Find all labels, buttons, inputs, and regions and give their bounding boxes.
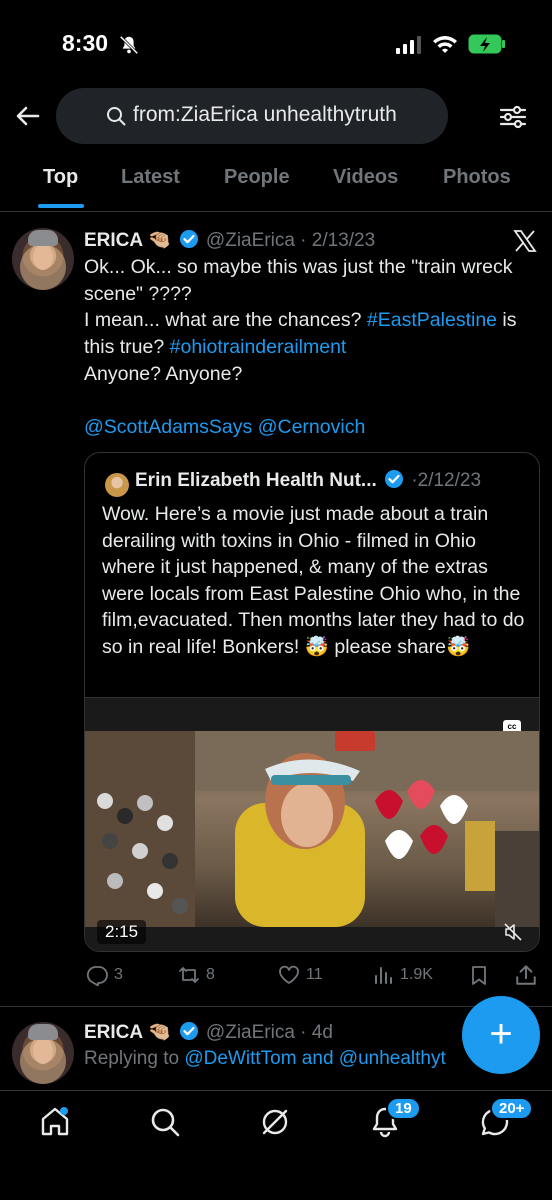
tweet-line: Anyone? Anyone? (84, 362, 243, 385)
tab-latest[interactable]: Latest (121, 166, 180, 189)
verified-badge-icon (179, 230, 198, 248)
tweet-header: ERICA 🤏🏼 @ZiaErica · 4d (84, 1022, 333, 1043)
verified-badge-icon (385, 470, 404, 488)
tweet-date[interactable]: 2/13/23 (312, 230, 375, 251)
notifications-badge: 19 (386, 1097, 421, 1120)
author-name[interactable]: ERICA 🤏🏼 (84, 230, 171, 251)
tweet-line: I mean... what are the chances? #EastPal… (84, 309, 517, 359)
heart-icon (279, 965, 299, 984)
replying-to: Replying to @DeWittTom and @unhealthyt (84, 1048, 446, 1069)
compose-button[interactable]: + (462, 996, 540, 1074)
views-button[interactable]: 1.9K (372, 958, 433, 992)
like-button[interactable]: 11 (278, 958, 323, 992)
tweet-line: Ok... Ok... so maybe this was just the "… (84, 256, 513, 305)
video-duration: 2:15 (97, 920, 147, 944)
author-name[interactable]: ERICA 🤏🏼 (84, 1022, 171, 1043)
tweet-text: Ok... Ok... so maybe this was just the "… (84, 254, 544, 441)
plus-icon: + (489, 1012, 513, 1056)
repost-count: 8 (206, 966, 215, 983)
hashtag-link[interactable]: #EastPalestine (367, 309, 497, 331)
quote-author-name: Erin Elizabeth Health Nut... (135, 470, 377, 491)
tweet-line: @ScottAdamsSays @Cernovich (84, 414, 544, 441)
cell-signal-icon (396, 36, 421, 54)
messages-badge: 20+ (490, 1097, 534, 1120)
video-frame-illustration (85, 731, 539, 927)
tab-top[interactable]: Top (43, 166, 78, 189)
avatar[interactable] (12, 1022, 74, 1084)
avatar[interactable] (12, 228, 74, 290)
search-filters-icon[interactable] (498, 102, 528, 132)
tweet-header: ERICA 🤏🏼 @ZiaErica · 2/13/23 (84, 230, 376, 251)
search-icon[interactable] (148, 1105, 182, 1139)
search-query[interactable]: from:ZiaErica unhealthytruth (133, 103, 397, 127)
verified-badge-icon (179, 1022, 198, 1040)
repost-icon (179, 967, 199, 983)
author-handle[interactable]: @ZiaErica (206, 1022, 295, 1043)
tab-people[interactable]: People (224, 166, 290, 189)
bookmark-icon[interactable] (468, 958, 490, 992)
mute-icon[interactable] (503, 922, 523, 942)
status-bar: 8:30 (0, 0, 552, 90)
mention-link[interactable]: @Cernovich (258, 416, 366, 438)
search-tabs: Top Latest People Videos Photos (0, 160, 552, 212)
bottom-navigation: 19 20+ (0, 1090, 552, 1200)
video-player[interactable]: cc 2:15 (85, 697, 539, 951)
tab-videos[interactable]: Videos (333, 166, 398, 189)
bell-off-icon (119, 35, 139, 55)
quote-avatar (105, 473, 129, 497)
share-icon[interactable] (514, 958, 538, 992)
quote-date: 2/12/23 (417, 470, 482, 491)
back-arrow-icon[interactable] (14, 102, 42, 130)
video-thumbnail[interactable] (85, 731, 539, 927)
like-count: 11 (306, 966, 323, 983)
hashtag-link[interactable]: #ohiotrainderailment (170, 336, 347, 358)
home-icon[interactable] (38, 1105, 72, 1139)
tweet-date[interactable]: 4d (312, 1022, 333, 1043)
reply-icon (86, 966, 108, 986)
views-count: 1.9K (400, 966, 433, 983)
reply-count: 3 (114, 966, 123, 983)
author-handle[interactable]: @ZiaErica (206, 230, 295, 251)
mention-link[interactable]: @ScottAdamsSays (84, 416, 252, 438)
tweet-actions: 3 8 11 1.9K (0, 958, 552, 998)
quote-header: Erin Elizabeth Health Nut... ·2/12/23 (135, 470, 482, 491)
clock: 8:30 (62, 30, 109, 56)
active-tab-indicator (38, 204, 84, 208)
wifi-icon (433, 36, 457, 53)
search-bar[interactable]: from:ZiaErica unhealthytruth (56, 88, 448, 144)
search-icon (107, 107, 126, 126)
tab-photos[interactable]: Photos (443, 166, 511, 189)
reply-button[interactable]: 3 (86, 958, 123, 992)
replying-to-link[interactable]: @DeWittTom and @unhealthyt (184, 1048, 445, 1069)
repost-button[interactable]: 8 (178, 958, 215, 992)
battery-charging-icon (468, 34, 505, 54)
quote-text: Wow. Here’s a movie just made about a tr… (102, 503, 525, 658)
x-logo-icon (513, 230, 537, 252)
quoted-tweet[interactable]: Erin Elizabeth Health Nut... ·2/12/23 Wo… (84, 452, 540, 952)
grok-icon[interactable] (258, 1105, 292, 1139)
views-chart-icon (375, 967, 392, 984)
